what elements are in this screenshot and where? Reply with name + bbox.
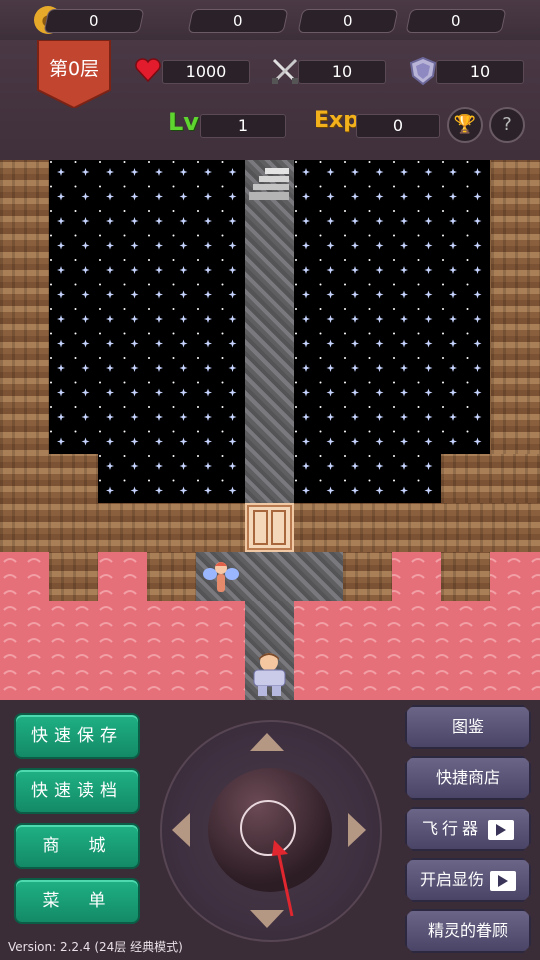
- floor-label: 第0层: [48, 58, 100, 80]
- shop-button[interactable]: 商 城: [14, 823, 140, 869]
- yellow-key-counter: 0: [187, 9, 289, 33]
- video-ad-icon: [490, 871, 516, 891]
- menu-button[interactable]: 菜 单: [14, 878, 140, 924]
- left-arrow-icon[interactable]: [172, 813, 190, 847]
- quick-load-button[interactable]: 快速读档: [14, 768, 140, 814]
- stairs-up-icon[interactable]: [247, 164, 292, 206]
- rock-block: [49, 552, 98, 601]
- question-icon[interactable]: ?: [489, 107, 525, 143]
- damage-display-label: 开启显伤: [419, 870, 484, 889]
- starfield-left: [49, 160, 245, 454]
- floor-badge: 第0层: [36, 39, 112, 110]
- damage-display-button[interactable]: 开启显伤: [405, 858, 531, 902]
- exp-value: 0: [356, 114, 440, 138]
- blue-key-count: 0: [343, 12, 353, 30]
- attack-value: 10: [298, 60, 386, 84]
- game-map[interactable]: [0, 160, 540, 700]
- shield-icon: [408, 56, 438, 86]
- red-key-count: 0: [451, 12, 461, 30]
- hp-value: 1000: [162, 60, 250, 84]
- red-key-counter: 0: [405, 9, 507, 33]
- resource-bar: ● 0 ⚷ 0 ⚷ 0 ⚷ 0: [0, 0, 540, 40]
- fairy-blessing-button[interactable]: 精灵的眷顾: [405, 909, 531, 953]
- fly-label: 飞行器: [421, 819, 482, 838]
- rock-block: [441, 552, 490, 601]
- quick-save-button[interactable]: 快速保存: [14, 713, 140, 759]
- video-ad-icon: [488, 820, 514, 840]
- encyclopedia-button[interactable]: 图鉴: [405, 705, 531, 749]
- up-arrow-icon[interactable]: [250, 733, 284, 751]
- starfield-right-bottom: [294, 454, 441, 503]
- fly-button[interactable]: 飞行器: [405, 807, 531, 851]
- stone-path: [245, 160, 294, 503]
- quick-shop-label: 快捷商店: [435, 768, 500, 787]
- starfield-right: [294, 160, 490, 454]
- hero-player[interactable]: [246, 650, 293, 698]
- trophy-icon[interactable]: 🏆: [447, 107, 483, 143]
- defense-value: 10: [436, 60, 524, 84]
- blue-key-counter: 0: [297, 9, 399, 33]
- level-value: 1: [200, 114, 286, 138]
- rock-block: [343, 552, 392, 601]
- version-text: Version: 2.2.4 (24层 经典模式): [8, 940, 183, 954]
- coin-counter: 0: [43, 9, 145, 33]
- crossed-swords-icon: [270, 56, 300, 86]
- heart-icon: [134, 56, 162, 84]
- exp-label: Exp: [314, 108, 359, 133]
- door-icon[interactable]: [245, 503, 294, 552]
- encyclopedia-label: 图鉴: [451, 717, 484, 736]
- right-arrow-icon[interactable]: [348, 813, 366, 847]
- pointer-arrow-icon: [272, 840, 294, 917]
- coin-count: 0: [89, 12, 99, 30]
- rock-block: [147, 552, 196, 601]
- yellow-key-count: 0: [233, 12, 243, 30]
- level-label: Lv: [168, 108, 199, 136]
- quick-shop-button[interactable]: 快捷商店: [405, 756, 531, 800]
- fairy-blessing-label: 精灵的眷顾: [427, 921, 508, 940]
- fairy-npc[interactable]: [202, 558, 240, 598]
- starfield-left-bottom: [98, 454, 245, 503]
